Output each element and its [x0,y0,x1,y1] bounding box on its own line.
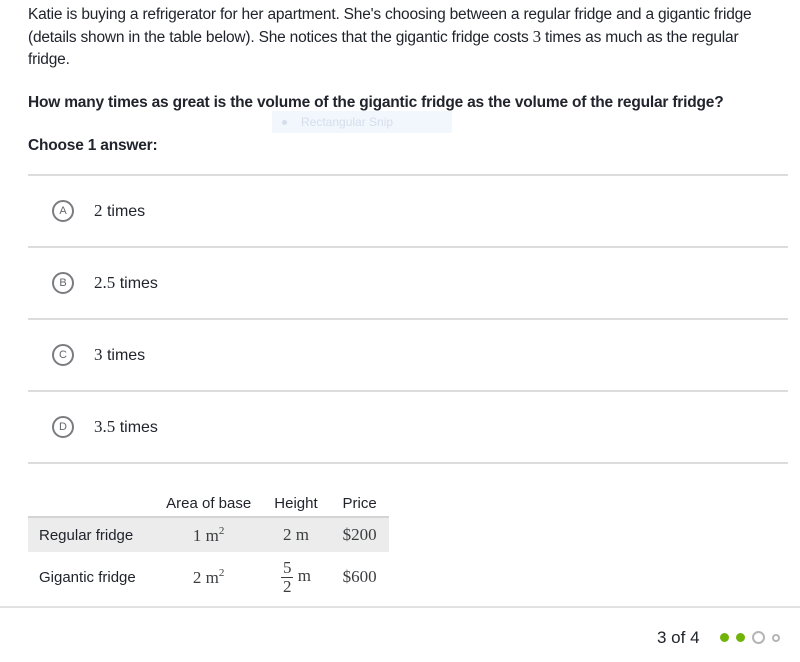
price-cell: $600 [330,552,389,602]
progress-dot-complete [720,633,729,642]
answer-choices: A 2 times B 2.5 times C 3 times D 3.5 ti… [28,174,788,464]
progress-dots [720,631,787,644]
choice-letter-icon: D [52,416,74,438]
progress-label: 3 of 4 [657,628,700,647]
area-value: 2 [192,567,202,587]
price-value: $600 [342,567,377,586]
choice-b[interactable]: B 2.5 times [28,248,788,318]
row-label: Regular fridge [28,516,156,552]
area-exponent: 2 [218,524,225,537]
choice-text: 2 times [94,201,145,221]
progress-dot-current [752,631,765,644]
snip-dot-icon [282,119,287,125]
table-header-row: Area of base Height Price [28,490,389,517]
price-multiplier: 3 [532,27,542,46]
area-exponent: 2 [218,566,225,579]
area-cell: 2 m2 [156,552,262,602]
choice-value: 3.5 [94,417,116,436]
table-row: Regular fridge 1 m2 2 m $200 [28,516,389,552]
choice-unit: times [102,203,146,220]
choice-unit: times [115,419,158,436]
choose-label: Choose 1 answer: [28,137,158,154]
height-cell: 52 m [262,552,331,602]
area-value: 1 [192,525,202,545]
header-area: Area of base [166,494,252,512]
snip-tooltip: Rectangular Snip [272,111,452,133]
choice-value: 2 [94,201,103,220]
choice-unit: times [115,275,158,292]
area-unit: m [205,567,219,587]
header-empty [28,490,156,517]
snip-label: Rectangular Snip [301,115,394,129]
choice-a[interactable]: A 2 times [28,176,788,246]
choice-text: 3 times [94,345,145,365]
choice-letter-icon: C [52,344,74,366]
row-label: Gigantic fridge [39,568,136,586]
height-fraction: 52 [280,557,294,596]
header-height: Height [274,494,318,512]
choice-unit: times [102,347,146,364]
choice-letter-icon: B [52,272,74,294]
choice-text: 3.5 times [94,417,158,437]
area-cell: 1 m2 [155,516,262,552]
price-cell: $200 [330,516,389,552]
height-value: 2 m [282,525,309,544]
choice-d[interactable]: D 3.5 times [28,392,788,462]
progress-dot-pending [772,633,780,642]
fridge-table: Area of base Height Price Regular fridge… [28,490,389,602]
fraction-numerator: 5 [280,557,294,578]
divider [28,462,788,464]
choice-text: 2.5 times [94,273,158,293]
price-value: $200 [342,525,377,544]
fraction-denominator: 2 [282,576,292,596]
height-cell: 2 m [261,516,331,552]
choice-value: 2.5 [94,273,116,292]
height-unit: m [297,565,311,585]
header-price: Price [342,494,377,512]
progress-dot-complete [736,633,745,642]
choice-letter-icon: A [52,200,74,222]
table-row: Gigantic fridge 2 m2 52 m $600 [28,552,389,602]
area-unit: m [205,525,219,545]
footer-divider [0,606,800,608]
choice-c[interactable]: C 3 times [28,320,788,390]
problem-statement: Katie is buying a refrigerator for her a… [28,4,768,71]
choice-value: 3 [94,345,103,364]
